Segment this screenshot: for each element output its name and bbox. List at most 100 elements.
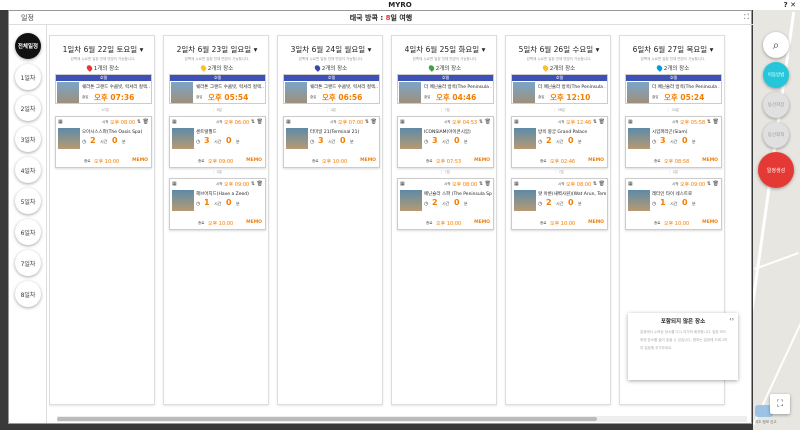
hotel-card[interactable]: 호텔 쉐라톤 그랜드 수쿰빗, 럭셔리 컬렉... 출발 오후 07:36 bbox=[55, 74, 152, 104]
chevron-down-icon[interactable]: ▾ bbox=[593, 45, 600, 54]
activity-card[interactable]: ▦ 시작 오후 05:58 ⇅ 🗑 시암파라곤(Siam) ◷ 3 시간 0 분 종료 오후 08:5… bbox=[625, 116, 722, 168]
duration-minutes[interactable]: 0 bbox=[454, 198, 460, 207]
day-title[interactable]: 6일차 6월 27일 목요일 ▾ bbox=[620, 44, 726, 55]
departure-time[interactable]: 오후 04:46 bbox=[436, 92, 476, 103]
end-time[interactable]: 오후 07:53 bbox=[436, 158, 461, 165]
activity-card[interactable]: ▦ 시작 오후 07:00 ⇅ 🗑 터미널 21(Terminal 21) ◷ 3 시간 0 분 종… bbox=[283, 116, 380, 168]
activity-card[interactable]: ▦ 시작 오후 08:00 ⇅ 🗑 오아시스스파(The Oasis Spa) ◷ 2 시간 0… bbox=[55, 116, 152, 168]
sort-delete-icons[interactable]: ⇅ 🗑 bbox=[593, 181, 605, 187]
fullscreen-icon[interactable]: ⛶ bbox=[770, 394, 790, 414]
end-time[interactable]: 오후 09:00 bbox=[208, 158, 233, 165]
sort-delete-icons[interactable]: ⇅ 🗑 bbox=[365, 119, 377, 125]
start-time[interactable]: 오후 08:00 bbox=[452, 181, 477, 188]
start-time[interactable]: 오후 07:00 bbox=[338, 119, 363, 126]
map-footer[interactable]: 지도 정보 신고 bbox=[755, 420, 777, 425]
sidebar-item-day-2[interactable]: 2일차 bbox=[15, 95, 41, 121]
duration-hours[interactable]: 1 bbox=[660, 198, 666, 207]
activity-card[interactable]: ▦ 시작 오후 12:46 ⇅ 🗑 방콕 왕궁 Grand Palace ◷ 2 시간 0 분 종료… bbox=[511, 116, 608, 168]
activity-card[interactable]: ▦ 시작 오후 08:00 ⇅ 🗑 페닌슐라 스파 (The Peninsula Spa… bbox=[397, 178, 494, 230]
duration-hours[interactable]: 3 bbox=[318, 136, 324, 145]
start-time[interactable]: 오후 08:00 bbox=[566, 181, 591, 188]
map-panel[interactable]: ⌕ 이동방법 동선저장 동선최적 일정생성 ⛶ 지도 정보 신고 bbox=[753, 10, 800, 430]
duration-minutes[interactable]: 0 bbox=[226, 198, 232, 207]
day-title[interactable]: 3일차 6월 24일 월요일 ▾ bbox=[278, 44, 384, 55]
sort-delete-icons[interactable]: ⇅ 🗑 bbox=[251, 181, 263, 187]
calendar-icon[interactable]: ▦ bbox=[286, 119, 291, 125]
duration-minutes[interactable]: 0 bbox=[568, 198, 574, 207]
calendar-icon[interactable]: ▦ bbox=[400, 181, 405, 187]
window-controls[interactable]: ? ✕ bbox=[784, 0, 796, 10]
day-title[interactable]: 2일차 6월 23일 일요일 ▾ bbox=[164, 44, 270, 55]
hotel-card[interactable]: 호텔 더 페닌슐라 방콕(The Peninsula ... 출발 오후 12:10 bbox=[511, 74, 608, 104]
calendar-icon[interactable]: ▦ bbox=[172, 119, 177, 125]
memo-button[interactable]: MEMO bbox=[474, 220, 490, 225]
start-time[interactable]: 오후 08:00 bbox=[110, 119, 135, 126]
sidebar-item-day-6[interactable]: 6일차 bbox=[15, 219, 41, 245]
duration-hours[interactable]: 2 bbox=[546, 136, 552, 145]
end-time[interactable]: 오후 10:00 bbox=[208, 220, 233, 227]
memo-button[interactable]: MEMO bbox=[246, 220, 262, 225]
hotel-card[interactable]: 호텔 더 페닌슐라 방콕(The Peninsula ... 출발 오후 05:24 bbox=[625, 74, 722, 104]
end-time[interactable]: 오후 10:00 bbox=[436, 220, 461, 227]
sort-delete-icons[interactable]: ⇅ 🗑 bbox=[251, 119, 263, 125]
end-time[interactable]: 오후 10:00 bbox=[664, 220, 689, 227]
sort-delete-icons[interactable]: ⇅ 🗑 bbox=[707, 119, 719, 125]
sidebar-item-day-3[interactable]: 3일차 bbox=[15, 126, 41, 152]
departure-time[interactable]: 오후 05:54 bbox=[208, 92, 248, 103]
duration-hours[interactable]: 1 bbox=[204, 198, 210, 207]
activity-card[interactable]: ▦ 시작 오후 04:53 ⇅ 🗑 ICONSIAM(아이콘시암) ◷ 3 시간 0 분 종료 오후 … bbox=[397, 116, 494, 168]
create-schedule-button[interactable]: 일정생성 bbox=[758, 152, 794, 188]
calendar-icon[interactable]: ▦ bbox=[58, 119, 63, 125]
sort-delete-icons[interactable]: ⇅ 🗑 bbox=[479, 119, 491, 125]
hotel-card[interactable]: 호텔 쉐라톤 그랜드 수쿰빗, 럭셔리 컬렉... 출발 오후 05:54 bbox=[169, 74, 266, 104]
departure-time[interactable]: 오후 05:24 bbox=[664, 92, 704, 103]
memo-button[interactable]: MEMO bbox=[246, 158, 262, 163]
duration-minutes[interactable]: 0 bbox=[340, 136, 346, 145]
start-time[interactable]: 오후 09:00 bbox=[680, 181, 705, 188]
end-time[interactable]: 오후 10:00 bbox=[550, 220, 575, 227]
end-time[interactable]: 오후 08:58 bbox=[664, 158, 689, 165]
day-title[interactable]: 1일차 6월 22일 토요일 ▾ bbox=[50, 44, 156, 55]
duration-hours[interactable]: 3 bbox=[204, 136, 210, 145]
duration-minutes[interactable]: 0 bbox=[568, 136, 574, 145]
horizontal-scrollbar[interactable] bbox=[57, 416, 747, 422]
hotel-card[interactable]: 호텔 쉐라톤 그랜드 수쿰빗, 럭셔리 컬렉... 출발 오후 06:56 bbox=[283, 74, 380, 104]
duration-minutes[interactable]: 0 bbox=[682, 136, 688, 145]
chevron-down-icon[interactable]: ▾ bbox=[707, 45, 714, 54]
duration-minutes[interactable]: 0 bbox=[112, 136, 118, 145]
day-title[interactable]: 4일차 6월 25일 화요일 ▾ bbox=[392, 44, 498, 55]
memo-button[interactable]: MEMO bbox=[588, 220, 604, 225]
departure-time[interactable]: 오후 07:36 bbox=[94, 92, 134, 103]
end-time[interactable]: 오후 10:00 bbox=[322, 158, 347, 165]
end-time[interactable]: 오후 10:00 bbox=[94, 158, 119, 165]
activity-card[interactable]: ▦ 시작 오후 09:00 ⇅ 🗑 헤브어지드(Have a Zeed) ◷ 1 시간 0 분 종료… bbox=[169, 178, 266, 230]
start-time[interactable]: 오후 12:46 bbox=[566, 119, 591, 126]
duration-minutes[interactable]: 0 bbox=[454, 136, 460, 145]
day-title[interactable]: 5일차 6월 26일 수요일 ▾ bbox=[506, 44, 612, 55]
chevron-down-icon[interactable]: ▾ bbox=[137, 45, 144, 54]
sort-delete-icons[interactable]: ⇅ 🗑 bbox=[479, 181, 491, 187]
activity-card[interactable]: ▦ 시작 오후 06:00 ⇅ 🗑 센트럴월드 ◷ 3 시간 0 분 종료 오후 09:00 MEMO bbox=[169, 116, 266, 168]
chevron-down-icon[interactable]: ▾ bbox=[479, 45, 486, 54]
duration-hours[interactable]: 2 bbox=[546, 198, 552, 207]
save-route-button[interactable]: 동선저장 bbox=[763, 92, 789, 118]
sort-delete-icons[interactable]: ⇅ 🗑 bbox=[593, 119, 605, 125]
optimize-route-button[interactable]: 동선최적 bbox=[763, 122, 789, 148]
hotel-card[interactable]: 호텔 더 페닌슐라 방콕(The Peninsula ... 출발 오후 04:46 bbox=[397, 74, 494, 104]
start-time[interactable]: 오후 06:00 bbox=[224, 119, 249, 126]
start-time[interactable]: 오후 05:58 bbox=[680, 119, 705, 126]
memo-button[interactable]: MEMO bbox=[588, 158, 604, 163]
duration-minutes[interactable]: 0 bbox=[226, 136, 232, 145]
sidebar-item-all[interactable]: 전체일정 bbox=[15, 33, 41, 59]
sort-delete-icons[interactable]: ⇅ 🗑 bbox=[707, 181, 719, 187]
duration-hours[interactable]: 2 bbox=[432, 198, 438, 207]
calendar-icon[interactable]: ▦ bbox=[400, 119, 405, 125]
sidebar-item-day-5[interactable]: 5일차 bbox=[15, 188, 41, 214]
end-time[interactable]: 오후 02:46 bbox=[550, 158, 575, 165]
activity-card[interactable]: ▦ 시작 오후 09:00 ⇅ 🗑 레터인 타이 네스트로 ◷ 1 시간 0 분 종료 오후 10:0… bbox=[625, 178, 722, 230]
memo-button[interactable]: MEMO bbox=[702, 158, 718, 163]
start-time[interactable]: 오후 09:00 bbox=[224, 181, 249, 188]
start-time[interactable]: 오후 04:53 bbox=[452, 119, 477, 126]
activity-card[interactable]: ▦ 시작 오후 08:00 ⇅ 🗑 왓 아룬(새벽사원)(Wat Arun, Tem..… bbox=[511, 178, 608, 230]
duration-hours[interactable]: 3 bbox=[432, 136, 438, 145]
